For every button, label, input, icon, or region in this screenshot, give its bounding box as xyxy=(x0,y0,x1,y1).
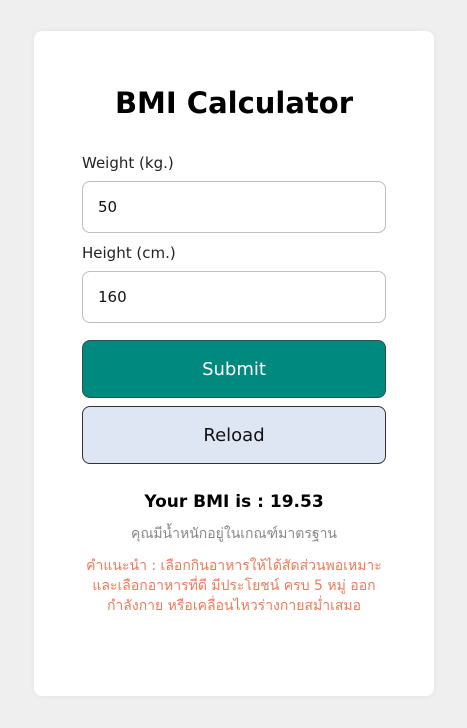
weight-input[interactable] xyxy=(82,181,386,233)
bmi-advice: คำแนะนำ : เลือกกินอาหารให้ได้สัดส่วนพอเห… xyxy=(86,558,382,614)
bmi-card: BMI Calculator Weight (kg.) Height (cm.)… xyxy=(34,31,434,696)
page-title: BMI Calculator xyxy=(114,86,354,120)
submit-button[interactable]: Submit xyxy=(82,340,386,398)
height-label: Height (cm.) xyxy=(82,244,176,262)
bmi-result: Your BMI is : 19.53 xyxy=(144,492,324,512)
height-input[interactable] xyxy=(82,271,386,323)
bmi-status: คุณมีน้ำหนักอยู่ในเกณฑ์มาตรฐาน xyxy=(130,526,338,542)
weight-label: Weight (kg.) xyxy=(82,154,174,172)
reload-button[interactable]: Reload xyxy=(82,406,386,464)
